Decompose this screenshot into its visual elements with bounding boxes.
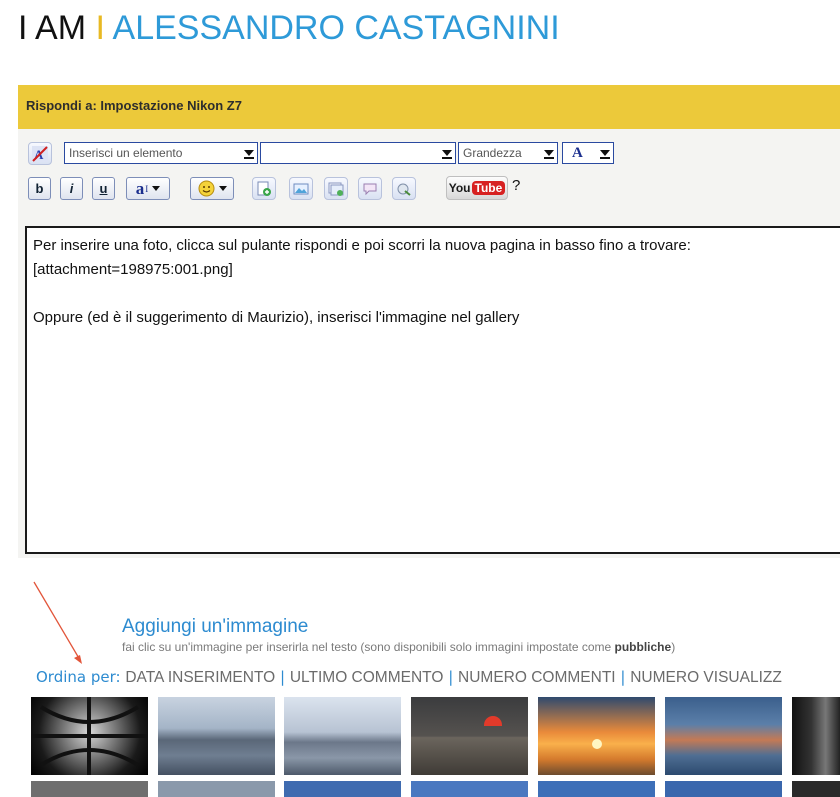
sort-option-comment-count[interactable]: NUMERO COMMENTI [458, 669, 616, 686]
sort-label: Ordina per: [36, 668, 121, 686]
gallery-thumbnail[interactable] [158, 697, 275, 775]
insert-image-button[interactable] [289, 177, 313, 200]
chevron-down-icon [442, 148, 452, 159]
font-size-select-value: Grandezza [463, 146, 522, 160]
insert-element-select-value: Inserisci un elemento [69, 146, 183, 160]
gallery-thumbnail[interactable] [665, 781, 782, 797]
site-title-prefix: I AM [18, 9, 87, 47]
youtube-logo-tube: Tube [471, 181, 506, 195]
editor-line: Per inserire una foto, clicca sul pulant… [33, 237, 691, 254]
reply-header-bar: Rispondi a: Impostazione Nikon Z7 [18, 85, 840, 129]
smiley-icon [198, 180, 214, 197]
chevron-down-icon [218, 186, 227, 191]
image-icon [293, 183, 309, 194]
help-link[interactable]: ? [512, 177, 520, 194]
message-textarea[interactable]: Per inserire una foto, clicca sul pulant… [25, 226, 840, 554]
site-title: I AM I ALESSANDRO CASTAGNINI [18, 8, 560, 48]
bold-button-label: b [35, 181, 44, 196]
gallery-thumbnail[interactable] [284, 781, 401, 797]
text-style-dropdown[interactable]: a I [126, 177, 170, 200]
sunset-sun-icon [484, 716, 502, 726]
sort-separator: | [448, 668, 454, 686]
sort-option-last-comment[interactable]: ULTIMO COMMENTO [290, 669, 444, 686]
gallery-thumbnail[interactable] [792, 697, 840, 775]
font-family-select[interactable] [260, 142, 456, 164]
reply-title: Rispondi a: Impostazione Nikon Z7 [26, 98, 242, 113]
gallery-thumbnail[interactable] [411, 697, 528, 775]
sort-option-date[interactable]: DATA INSERIMENTO [125, 669, 275, 686]
add-image-subtitle: fai clic su un'immagine per inserirla ne… [122, 640, 676, 654]
italic-button[interactable]: i [60, 177, 83, 200]
add-image-title[interactable]: Aggiungi un'immagine [122, 616, 308, 638]
window-photo-icon [31, 697, 148, 775]
gallery-thumbnail[interactable] [411, 781, 528, 797]
gallery-thumbnail[interactable] [31, 697, 148, 775]
text-style-label: a [135, 178, 145, 198]
youtube-logo-you: You [448, 181, 471, 195]
link-icon [397, 183, 411, 196]
add-file-icon [257, 181, 271, 196]
chevron-down-icon [600, 148, 610, 159]
gallery-icon [328, 182, 344, 196]
site-title-separator: I [95, 9, 105, 47]
sort-bar: Ordina per: DATA INSERIMENTO | ULTIMO CO… [36, 668, 782, 687]
gallery-thumbnail[interactable] [31, 781, 148, 797]
insert-link-button[interactable] [392, 177, 416, 200]
font-color-select[interactable]: A [562, 142, 614, 164]
speech-bubble-icon [363, 183, 377, 195]
remove-format-icon: A [32, 145, 48, 162]
gallery-thumbnail[interactable] [538, 781, 655, 797]
chevron-down-icon [244, 148, 254, 159]
editor-line: Oppure (ed è il suggerimento di Maurizio… [33, 309, 520, 326]
font-size-select[interactable]: Grandezza [458, 142, 558, 164]
sort-separator: | [620, 668, 626, 686]
editor-line: [attachment=198975:001.png] [33, 261, 233, 278]
chevron-down-icon [544, 148, 554, 159]
editor-line [33, 282, 839, 306]
insert-quote-button[interactable] [358, 177, 382, 200]
sort-option-views[interactable]: NUMERO VISUALIZZ [630, 669, 782, 686]
insert-youtube-button[interactable]: You Tube [446, 176, 508, 200]
gallery-thumbnail[interactable] [284, 697, 401, 775]
remove-format-button[interactable]: A [28, 142, 52, 165]
gallery-thumbnail[interactable] [158, 781, 275, 797]
gallery-thumbnail[interactable] [538, 697, 655, 775]
font-color-label: A [572, 145, 583, 161]
underline-button-label: u [99, 181, 108, 196]
underline-button[interactable]: u [92, 177, 115, 200]
chevron-down-icon [152, 186, 161, 191]
insert-gallery-button[interactable] [324, 177, 348, 200]
insert-element-select[interactable]: Inserisci un elemento [64, 142, 258, 164]
bold-button[interactable]: b [28, 177, 51, 200]
add-image-subtitle-bold: pubbliche [614, 640, 672, 654]
sun-icon [592, 739, 602, 749]
gallery-thumbnail[interactable] [665, 697, 782, 775]
italic-button-label: i [69, 181, 74, 196]
sort-separator: | [280, 668, 286, 686]
annotation-arrow-icon [33, 581, 82, 664]
site-title-name: ALESSANDRO CASTAGNINI [112, 9, 560, 47]
insert-attachment-button[interactable] [252, 177, 276, 200]
emoticon-dropdown[interactable] [190, 177, 234, 200]
gallery-thumbnail[interactable] [792, 781, 840, 797]
